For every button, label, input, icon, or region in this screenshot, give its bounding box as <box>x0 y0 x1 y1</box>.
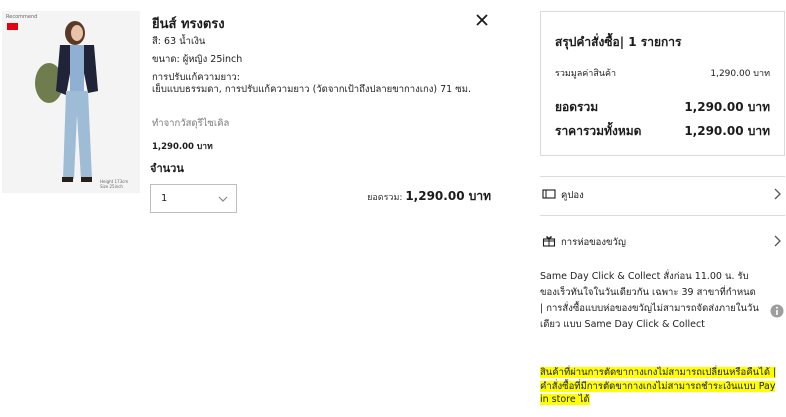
product-name[interactable]: ยีนส์ ทรงตรง <box>152 13 225 34</box>
summary-title: สรุปคำสั่งซื้อ| 1 รายการ <box>555 35 682 49</box>
model-size-caption: Height 173cm Size 25inch <box>100 179 129 189</box>
unit-price: 1,290.00 บาท <box>152 142 213 152</box>
items-total-row: รวมมูลค่าสินค้า 1,290.00 บาท <box>555 66 770 80</box>
order-summary: สรุปคำสั่งซื้อ| 1 รายการ รวมมูลค่าสินค้า… <box>540 11 785 156</box>
quantity-value: 1 <box>161 193 168 204</box>
chevron-right-icon <box>774 188 781 200</box>
gift-icon <box>542 236 556 247</box>
eco-label: ทำจากวัสดุรีไซเคิล <box>152 118 230 129</box>
grand-total-value: 1,290.00 บาท <box>684 124 770 138</box>
gift-wrap-row[interactable]: การห่อของขวัญ <box>540 224 785 260</box>
items-total-value: 1,290.00 บาท <box>710 69 770 79</box>
divider <box>540 215 785 216</box>
close-icon[interactable] <box>475 13 489 27</box>
gift-wrap-label: การห่อของขวัญ <box>561 237 626 248</box>
grand-total-label: ราคารวมทั้งหมด <box>555 124 642 138</box>
total-value: 1,290.00 บาท <box>684 100 770 114</box>
alteration-label: การปรับแก้ความยาว: <box>152 72 240 83</box>
quantity-select[interactable]: 1 <box>150 184 237 213</box>
coupon-label: คูปอง <box>561 190 584 201</box>
item-subtotal: ยอดรวม: 1,290.00 บาท <box>300 187 491 206</box>
alteration-notice: สินค้าที่ผ่านการตัดขากางเกงไม่สามารถเปลี… <box>540 366 780 407</box>
click-collect-info: Same Day Click & Collect สั่งก่อน 11.00 … <box>540 271 759 330</box>
grand-total-row: ราคารวมทั้งหมด 1,290.00 บาท <box>555 122 770 141</box>
alteration-notice-text: สินค้าที่ผ่านการตัดขากางเกงไม่สามารถเปลี… <box>540 367 777 405</box>
subtotal-value: 1,290.00 บาท <box>405 189 491 203</box>
product-color: สี: 63 น้ำเงิน <box>152 36 206 47</box>
chevron-down-icon <box>218 196 228 202</box>
product-size: ขนาด: ผู้หญิง 25inch <box>152 54 243 65</box>
ticket-icon <box>542 189 556 199</box>
alteration-detail: เย็บแบบธรรมดา, การปรับแก้ความยาว (วัดจาก… <box>152 84 471 95</box>
info-icon[interactable] <box>770 304 784 318</box>
subtotal-label: ยอดรวม: <box>367 193 403 203</box>
chevron-right-icon <box>774 235 781 247</box>
total-label: ยอดรวม <box>555 100 599 114</box>
total-row: ยอดรวม 1,290.00 บาท <box>555 98 770 117</box>
coupon-row[interactable]: คูปอง <box>540 177 785 213</box>
product-image: Recommend Height 173cm Size 25inch <box>2 11 140 193</box>
quantity-label: จำนวน <box>150 162 184 175</box>
items-total-label: รวมมูลค่าสินค้า <box>555 69 617 79</box>
model-figure <box>35 21 98 182</box>
